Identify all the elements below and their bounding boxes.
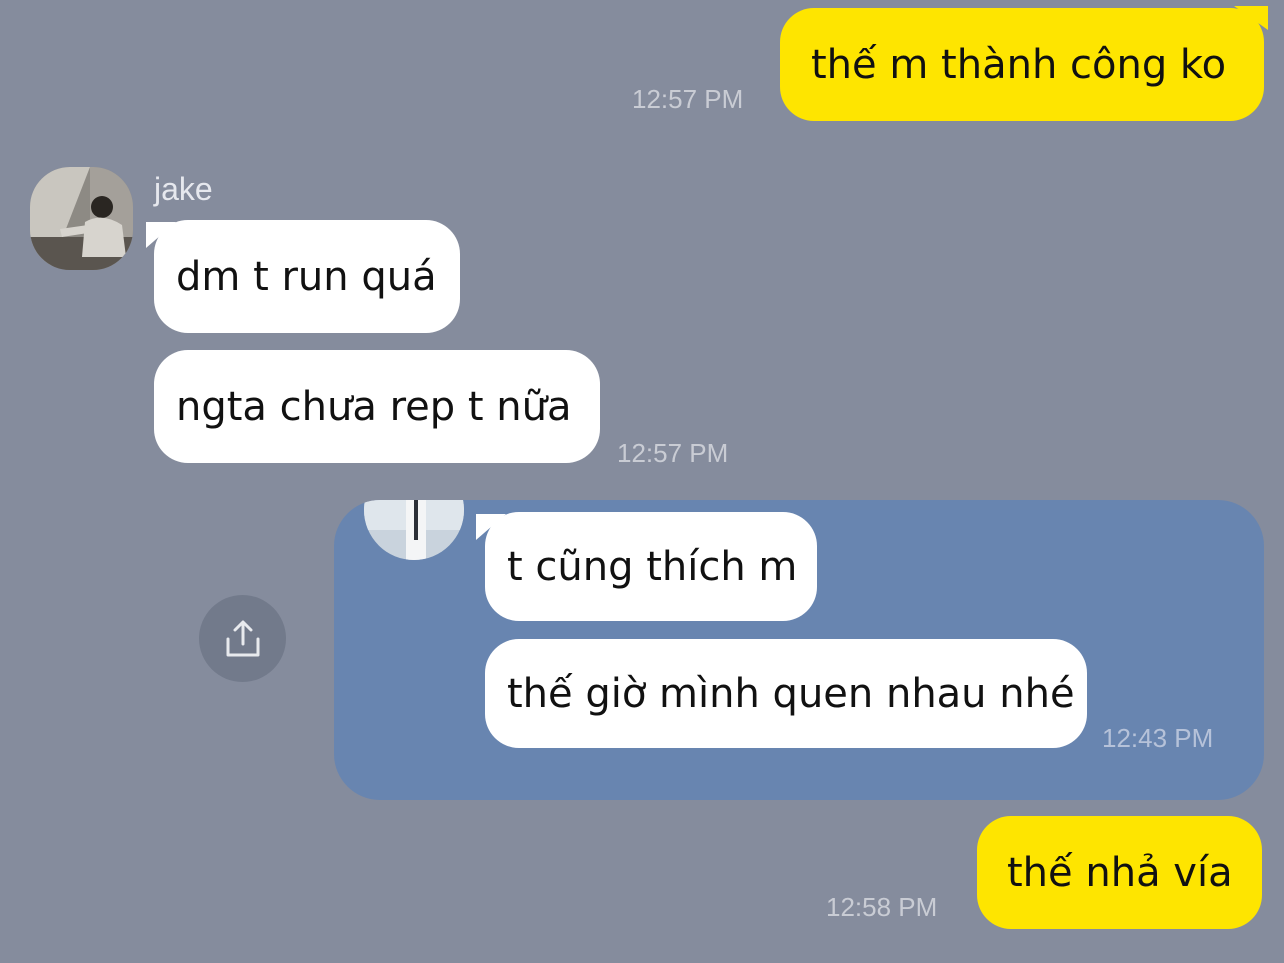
message-text: thế giờ mình quen nhau nhé	[507, 670, 1075, 717]
avatar-photo	[30, 167, 133, 270]
message-text: dm t run quá	[176, 253, 437, 300]
received-message-bubble: t cũng thích m	[485, 512, 817, 621]
message-timestamp: 12:57 PM	[617, 438, 729, 468]
message-text: thế m thành công ko	[811, 41, 1227, 88]
received-message-bubble[interactable]: ngta chưa rep t nữa	[154, 350, 600, 463]
share-button[interactable]	[199, 595, 286, 682]
bubble-tail	[1234, 6, 1268, 30]
message-text: ngta chưa rep t nữa	[176, 383, 572, 430]
sent-message-bubble[interactable]: thế nhả vía	[977, 816, 1262, 929]
message-timestamp: 12:43 PM	[1102, 723, 1214, 753]
message-text: thế nhả vía	[1007, 849, 1233, 896]
avatar-photo	[364, 500, 464, 560]
message-timestamp: 12:58 PM	[826, 892, 938, 922]
message-text: t cũng thích m	[507, 543, 798, 590]
avatar	[364, 500, 464, 560]
received-message-bubble[interactable]: dm t run quá	[154, 220, 460, 333]
shared-message-card[interactable]: t cũng thích m thế giờ mình quen nhau nh…	[334, 500, 1264, 800]
avatar[interactable]	[30, 167, 133, 270]
received-message-bubble: thế giờ mình quen nhau nhé	[485, 639, 1087, 748]
share-icon	[223, 619, 263, 659]
message-timestamp: 12:57 PM	[632, 84, 744, 114]
sender-name: jake	[154, 171, 213, 207]
sent-message-bubble[interactable]: thế m thành công ko	[780, 8, 1264, 121]
